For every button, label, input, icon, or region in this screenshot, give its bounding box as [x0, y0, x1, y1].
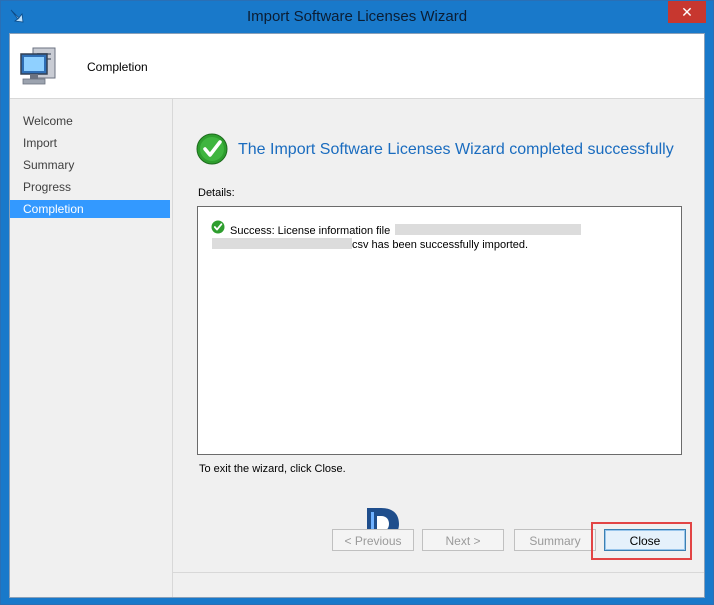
redacted-path [212, 238, 352, 249]
wizard-header: Completion [10, 34, 704, 99]
details-log-box[interactable]: Success: License information file csv ha… [197, 206, 682, 455]
completion-headline: The Import Software Licenses Wizard comp… [238, 141, 674, 158]
success-small-icon [211, 220, 225, 234]
wizard-content: The Import Software Licenses Wizard comp… [173, 99, 704, 597]
computer-icon [20, 47, 56, 85]
success-message-line2: csv has been successfully imported. [212, 238, 528, 251]
wizard-window: Import Software Licenses Wizard ✕ Comple… [0, 0, 714, 605]
title-bar[interactable]: Import Software Licenses Wizard ✕ [1, 1, 713, 33]
wizard-footer-divider [173, 572, 704, 598]
success-message-text: Success: License information file [230, 225, 391, 237]
nav-step-summary[interactable]: Summary [10, 156, 170, 174]
previous-button[interactable]: < Previous [332, 529, 414, 551]
summary-button[interactable]: Summary [514, 529, 596, 551]
next-button[interactable]: Next > [422, 529, 504, 551]
nav-step-import[interactable]: Import [10, 134, 170, 152]
success-message-suffix: csv has been successfully imported. [352, 239, 529, 251]
window-title: Import Software Licenses Wizard [246, 8, 468, 25]
exit-hint: To exit the wizard, click Close. [199, 463, 346, 475]
nav-step-completion[interactable]: Completion [10, 200, 170, 218]
header-title: Completion [87, 60, 148, 74]
success-message-line1: Success: License information file [230, 224, 582, 237]
redacted-path [395, 224, 582, 235]
nav-step-welcome[interactable]: Welcome [10, 112, 170, 130]
wizard-steps-nav: Welcome Import Summary Progress Completi… [10, 99, 173, 597]
success-check-icon [196, 133, 228, 165]
details-label: Details: [198, 187, 235, 199]
wizard-client-area: Completion Welcome Import Summary Progre… [9, 33, 705, 598]
window-close-button[interactable]: ✕ [668, 1, 706, 23]
close-button[interactable]: Close [604, 529, 686, 551]
nav-step-progress[interactable]: Progress [10, 178, 170, 196]
